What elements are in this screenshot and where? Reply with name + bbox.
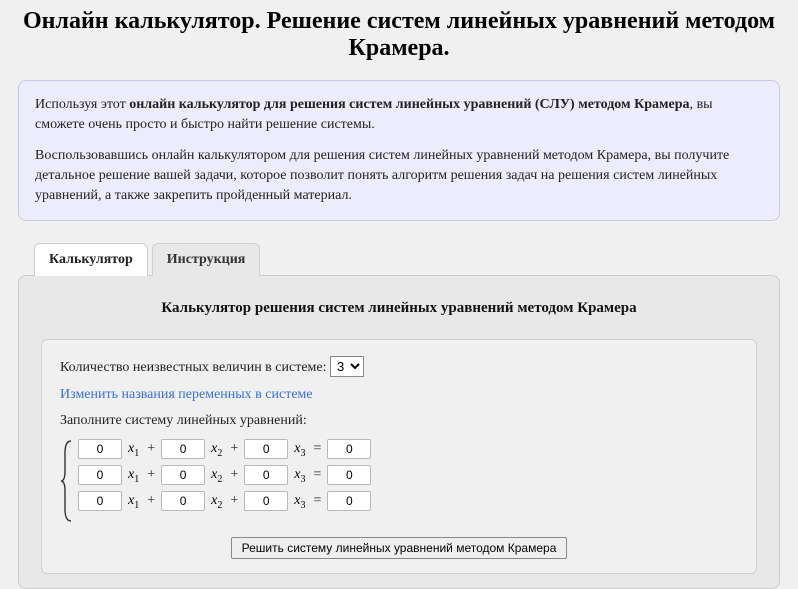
left-brace-icon xyxy=(60,439,74,523)
var-x2: x2 xyxy=(209,467,224,485)
coef-input[interactable] xyxy=(161,465,205,485)
tab-calculator[interactable]: Калькулятор xyxy=(34,243,148,276)
var-x1: x1 xyxy=(126,441,141,459)
coef-input[interactable] xyxy=(161,491,205,511)
page-title: Онлайн калькулятор. Решение систем линей… xyxy=(18,8,780,62)
equation-row: x1 + x2 + x3 = xyxy=(78,439,371,459)
plus-sign: + xyxy=(228,441,240,457)
intro-box: Используя этот онлайн калькулятор для ре… xyxy=(18,80,780,221)
rhs-input[interactable] xyxy=(327,439,371,459)
solve-button[interactable]: Решить систему линейных уравнений методо… xyxy=(231,537,568,559)
unknowns-count-row: Количество неизвестных величин в системе… xyxy=(60,356,738,377)
var-x1: x1 xyxy=(126,467,141,485)
rename-vars-link[interactable]: Изменить названия переменных в системе xyxy=(60,387,738,403)
intro-p1: Используя этот онлайн калькулятор для ре… xyxy=(35,95,763,136)
calc-inner-box: Количество неизвестных величин в системе… xyxy=(41,339,757,574)
var-x3: x3 xyxy=(292,441,307,459)
coef-input[interactable] xyxy=(244,465,288,485)
coef-input[interactable] xyxy=(78,465,122,485)
unknowns-count-select[interactable]: 3 xyxy=(330,356,364,377)
coef-input[interactable] xyxy=(78,491,122,511)
var-x3: x3 xyxy=(292,493,307,511)
equals-sign: = xyxy=(311,493,323,509)
var-x1: x1 xyxy=(126,493,141,511)
intro-p1-bold: онлайн калькулятор для решения систем ли… xyxy=(129,97,689,112)
var-x2: x2 xyxy=(209,441,224,459)
plus-sign: + xyxy=(228,493,240,509)
plus-sign: + xyxy=(145,441,157,457)
unknowns-count-label: Количество неизвестных величин в системе… xyxy=(60,360,330,375)
calc-heading: Калькулятор решения систем линейных урав… xyxy=(41,300,757,317)
equals-sign: = xyxy=(311,441,323,457)
equation-grid: x1 + x2 + x3 = x1 + xyxy=(78,439,371,523)
coef-input[interactable] xyxy=(161,439,205,459)
plus-sign: + xyxy=(145,493,157,509)
rhs-input[interactable] xyxy=(327,465,371,485)
solve-row: Решить систему линейных уравнений методо… xyxy=(60,537,738,559)
tabs: Калькулятор Инструкция xyxy=(18,243,780,276)
plus-sign: + xyxy=(145,467,157,483)
plus-sign: + xyxy=(228,467,240,483)
fill-label: Заполните систему линейных уравнений: xyxy=(60,413,738,429)
equals-sign: = xyxy=(311,467,323,483)
var-x3: x3 xyxy=(292,467,307,485)
intro-p1-before: Используя этот xyxy=(35,97,129,112)
coef-input[interactable] xyxy=(78,439,122,459)
equation-row: x1 + x2 + x3 = xyxy=(78,491,371,511)
tab-instruction[interactable]: Инструкция xyxy=(152,243,261,276)
coef-input[interactable] xyxy=(244,439,288,459)
var-x2: x2 xyxy=(209,493,224,511)
intro-p2: Воспользовавшись онлайн калькулятором дл… xyxy=(35,146,763,207)
equation-row: x1 + x2 + x3 = xyxy=(78,465,371,485)
equation-system: x1 + x2 + x3 = x1 + xyxy=(60,439,738,523)
coef-input[interactable] xyxy=(244,491,288,511)
rhs-input[interactable] xyxy=(327,491,371,511)
calculator-panel: Калькулятор решения систем линейных урав… xyxy=(18,275,780,589)
